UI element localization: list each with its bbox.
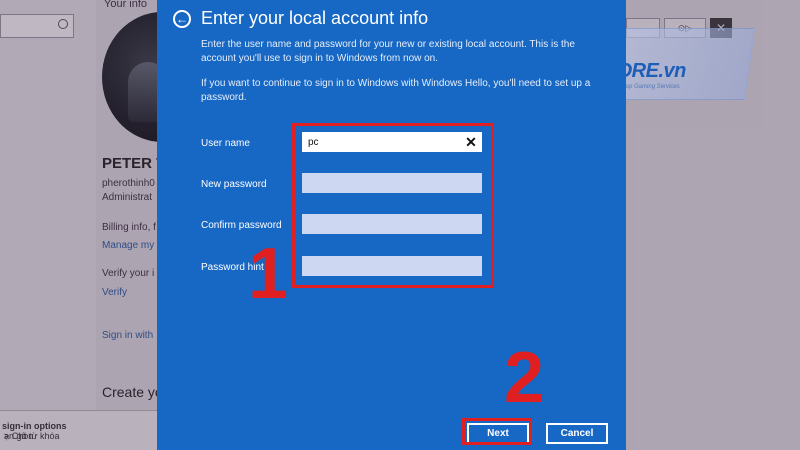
cancel-button[interactable]: Cancel xyxy=(546,423,608,444)
confirm-password-label: Confirm password xyxy=(201,220,282,231)
dialog-description-2: If you want to continue to sign in to Wi… xyxy=(201,78,591,103)
next-highlight-box xyxy=(462,418,532,445)
fields-highlight-box xyxy=(292,123,494,288)
dialog-title: Enter your local account info xyxy=(201,8,429,28)
step-2-number: 2 xyxy=(504,338,545,418)
back-arrow-icon[interactable]: ← xyxy=(173,10,191,28)
step-1-number: 1 xyxy=(248,234,289,314)
dialog-description-1: Enter the user name and password for you… xyxy=(201,39,575,64)
local-account-dialog: ← Enter your local account info Enter th… xyxy=(157,0,626,450)
new-password-label: New password xyxy=(201,179,267,190)
username-label: User name xyxy=(201,138,250,149)
